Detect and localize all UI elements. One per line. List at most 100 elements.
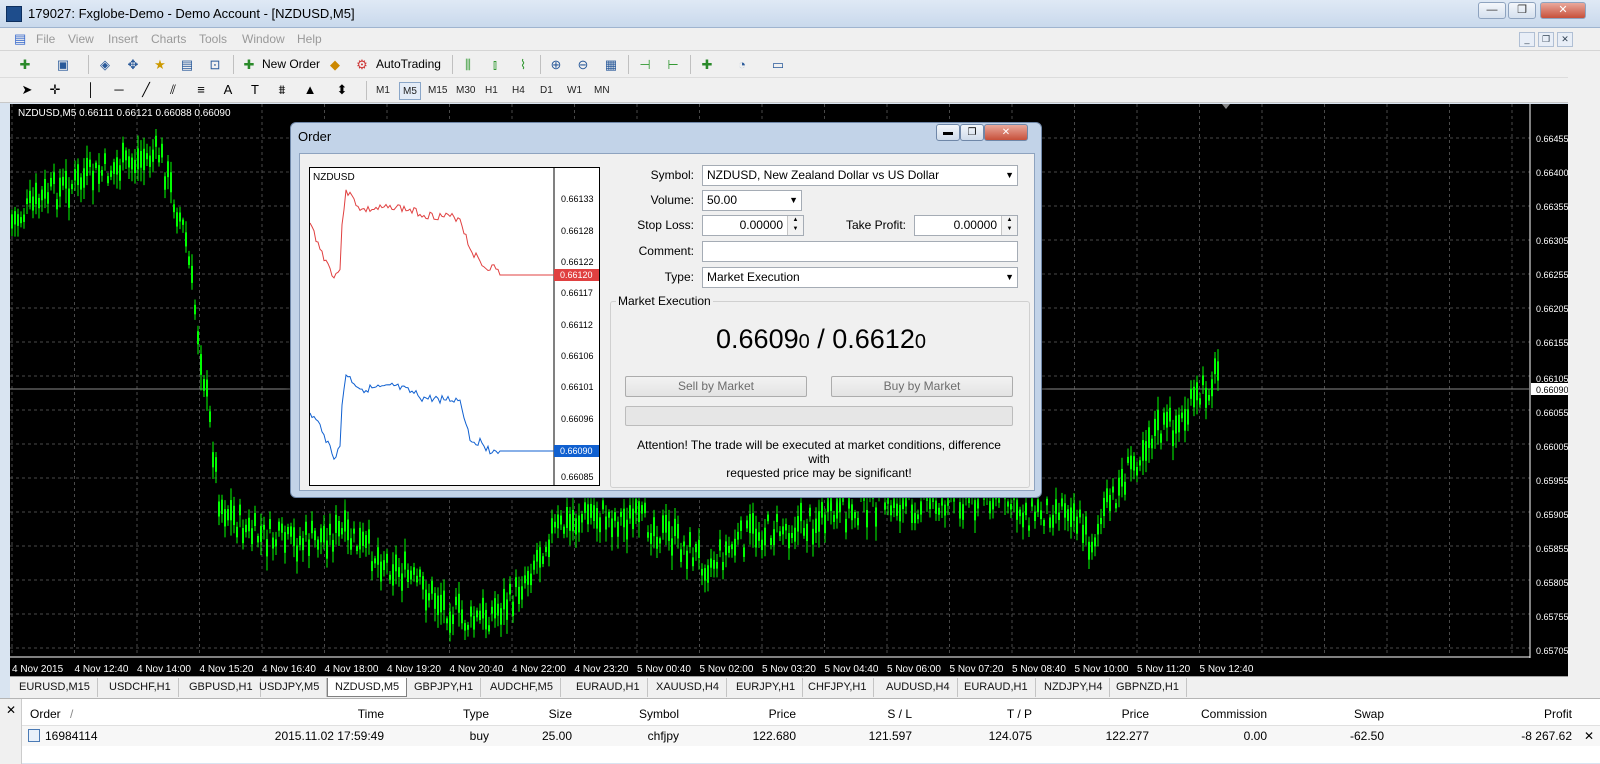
- zoom-out-icon[interactable]: ⊖: [574, 56, 592, 73]
- menu-file[interactable]: File: [36, 32, 55, 46]
- menu-tools[interactable]: Tools: [199, 32, 227, 46]
- tester-icon[interactable]: ⊡: [206, 56, 224, 73]
- bar-chart-icon[interactable]: ⫼: [459, 56, 477, 73]
- timeframe-w1[interactable]: W1: [564, 82, 585, 100]
- takeprofit-input[interactable]: 0.00000 ▲ ▼: [914, 215, 1018, 236]
- new-chart-icon[interactable]: ✚: [16, 56, 34, 73]
- chart-tab[interactable]: XAUUSD,H4: [649, 678, 727, 697]
- chart-tab[interactable]: GBPUSD,H1: [182, 678, 261, 697]
- chart-tab[interactable]: USDJPY,M5: [252, 678, 328, 697]
- new-order-icon[interactable]: ✚: [240, 56, 258, 73]
- navigator-icon[interactable]: ★: [151, 56, 169, 73]
- mdi-minimize-button[interactable]: _: [1519, 32, 1535, 47]
- mdi-doc-icon[interactable]: ▤: [14, 31, 26, 47]
- terminal-close-icon[interactable]: ✕: [6, 703, 16, 717]
- menu-view[interactable]: View: [68, 32, 94, 46]
- triangle-icon[interactable]: ▲: [301, 81, 319, 98]
- indicators-icon[interactable]: ✚: [698, 56, 716, 73]
- tile-windows-icon[interactable]: ▦: [602, 56, 620, 73]
- market-watch-icon[interactable]: ◈: [96, 56, 114, 73]
- chart-tab[interactable]: AUDUSD,H4: [879, 678, 958, 697]
- chart-tab[interactable]: EURAUD,H1: [957, 678, 1036, 697]
- timeframe-m1[interactable]: M1: [373, 82, 393, 100]
- timeframe-m5[interactable]: M5: [399, 82, 421, 100]
- trendline-icon[interactable]: ╱: [137, 81, 155, 98]
- column-header[interactable]: Time: [358, 707, 384, 721]
- candlestick-icon[interactable]: ⫾: [486, 56, 504, 73]
- timeframe-m15[interactable]: M15: [425, 82, 450, 100]
- column-header[interactable]: Order: [30, 707, 61, 721]
- menu-help[interactable]: Help: [297, 32, 322, 46]
- chart-tab[interactable]: GBPNZD,H1: [1109, 678, 1187, 697]
- mdi-restore-button[interactable]: ❐: [1538, 32, 1554, 47]
- chart-tab[interactable]: EURJPY,H1: [729, 678, 804, 697]
- autoscroll-icon[interactable]: ⊢: [664, 56, 682, 73]
- timeframe-mn[interactable]: MN: [591, 82, 613, 100]
- menu-charts[interactable]: Charts: [151, 32, 186, 46]
- column-header[interactable]: Profit: [1544, 707, 1572, 721]
- column-header[interactable]: T / P: [1007, 707, 1032, 721]
- dialog-maximize-button[interactable]: ❐: [960, 124, 984, 141]
- timeframe-d1[interactable]: D1: [537, 82, 556, 100]
- column-header[interactable]: Commission: [1201, 707, 1267, 721]
- chart-tab[interactable]: AUDCHF,M5: [483, 678, 561, 697]
- chart-tab[interactable]: EURAUD,H1: [569, 678, 648, 697]
- chart-shift-icon[interactable]: ⊣: [636, 56, 654, 73]
- fibo-fan-icon[interactable]: ⩩: [273, 81, 291, 98]
- metaeditor-icon[interactable]: ◆: [326, 56, 344, 73]
- line-chart-icon[interactable]: ⌇: [514, 56, 532, 73]
- zoom-in-icon[interactable]: ⊕: [547, 56, 565, 73]
- profiles-icon[interactable]: ▣: [54, 56, 72, 73]
- column-header[interactable]: Type: [463, 707, 489, 721]
- type-select[interactable]: Market Execution ▼: [702, 267, 1018, 288]
- chart-tab[interactable]: USDCHF,H1: [102, 678, 179, 697]
- periods-icon[interactable]: ◔: [733, 56, 751, 73]
- crosshair-icon[interactable]: ✛: [46, 81, 64, 98]
- close-button[interactable]: ✕: [1540, 2, 1586, 19]
- data-window-icon[interactable]: ✥: [124, 56, 142, 73]
- maximize-button[interactable]: ❐: [1508, 2, 1536, 19]
- chart-tab[interactable]: CHFJPY,H1: [801, 678, 875, 697]
- new-order-button[interactable]: New Order: [262, 57, 320, 71]
- fibonacci-icon[interactable]: ≡: [192, 81, 210, 98]
- autotrading-button[interactable]: AutoTrading: [376, 57, 441, 71]
- chart-tab[interactable]: NZDJPY,H4: [1037, 678, 1111, 697]
- takeprofit-spinner[interactable]: ▲ ▼: [1001, 216, 1017, 235]
- text-label-icon[interactable]: T: [246, 81, 264, 98]
- volume-combobox[interactable]: 50.00 ▼: [702, 190, 802, 211]
- comment-input[interactable]: [702, 241, 1018, 262]
- chart-tab[interactable]: NZDUSD,M5: [327, 678, 408, 697]
- chart-tab[interactable]: EURUSD,M15: [12, 678, 98, 697]
- menu-insert[interactable]: Insert: [108, 32, 138, 46]
- arrows-icon[interactable]: ⬍: [333, 81, 351, 98]
- timeframe-h4[interactable]: H4: [509, 82, 528, 100]
- autotrading-icon[interactable]: ⚙: [353, 56, 371, 73]
- dialog-close-button[interactable]: ✕: [984, 124, 1028, 141]
- equidistant-channel-icon[interactable]: ⫽: [164, 81, 182, 98]
- text-icon[interactable]: A: [219, 81, 237, 98]
- buy-by-market-button[interactable]: Buy by Market: [831, 376, 1013, 397]
- table-row[interactable]: 16984114 2015.11.02 17:59:49 buy 25.00 chfjp…: [22, 726, 1600, 746]
- symbol-select[interactable]: NZDUSD, New Zealand Dollar vs US Dollar …: [702, 165, 1018, 186]
- dialog-minimize-button[interactable]: ▬: [936, 124, 960, 141]
- menu-window[interactable]: Window: [242, 32, 285, 46]
- chart-tab[interactable]: GBPJPY,H1: [407, 678, 482, 697]
- column-header[interactable]: Price: [1122, 707, 1149, 721]
- stoploss-spinner[interactable]: ▲ ▼: [787, 216, 803, 235]
- templates-icon[interactable]: ▭: [769, 56, 787, 73]
- timeframe-h1[interactable]: H1: [482, 82, 501, 100]
- vertical-line-icon[interactable]: │: [82, 81, 100, 98]
- column-header[interactable]: Size: [549, 707, 572, 721]
- mdi-close-button[interactable]: ✕: [1557, 32, 1573, 47]
- close-order-icon[interactable]: ✕: [1584, 729, 1594, 743]
- horizontal-line-icon[interactable]: ─: [110, 81, 128, 98]
- stoploss-input[interactable]: 0.00000 ▲ ▼: [702, 215, 804, 236]
- timeframe-m30[interactable]: M30: [453, 82, 478, 100]
- column-header[interactable]: Swap: [1354, 707, 1384, 721]
- sell-by-market-button[interactable]: Sell by Market: [625, 376, 807, 397]
- column-header[interactable]: Price: [769, 707, 796, 721]
- cursor-icon[interactable]: ➤: [18, 81, 36, 98]
- column-header[interactable]: S / L: [887, 707, 912, 721]
- column-header[interactable]: Symbol: [639, 707, 679, 721]
- minimize-button[interactable]: —: [1478, 2, 1506, 19]
